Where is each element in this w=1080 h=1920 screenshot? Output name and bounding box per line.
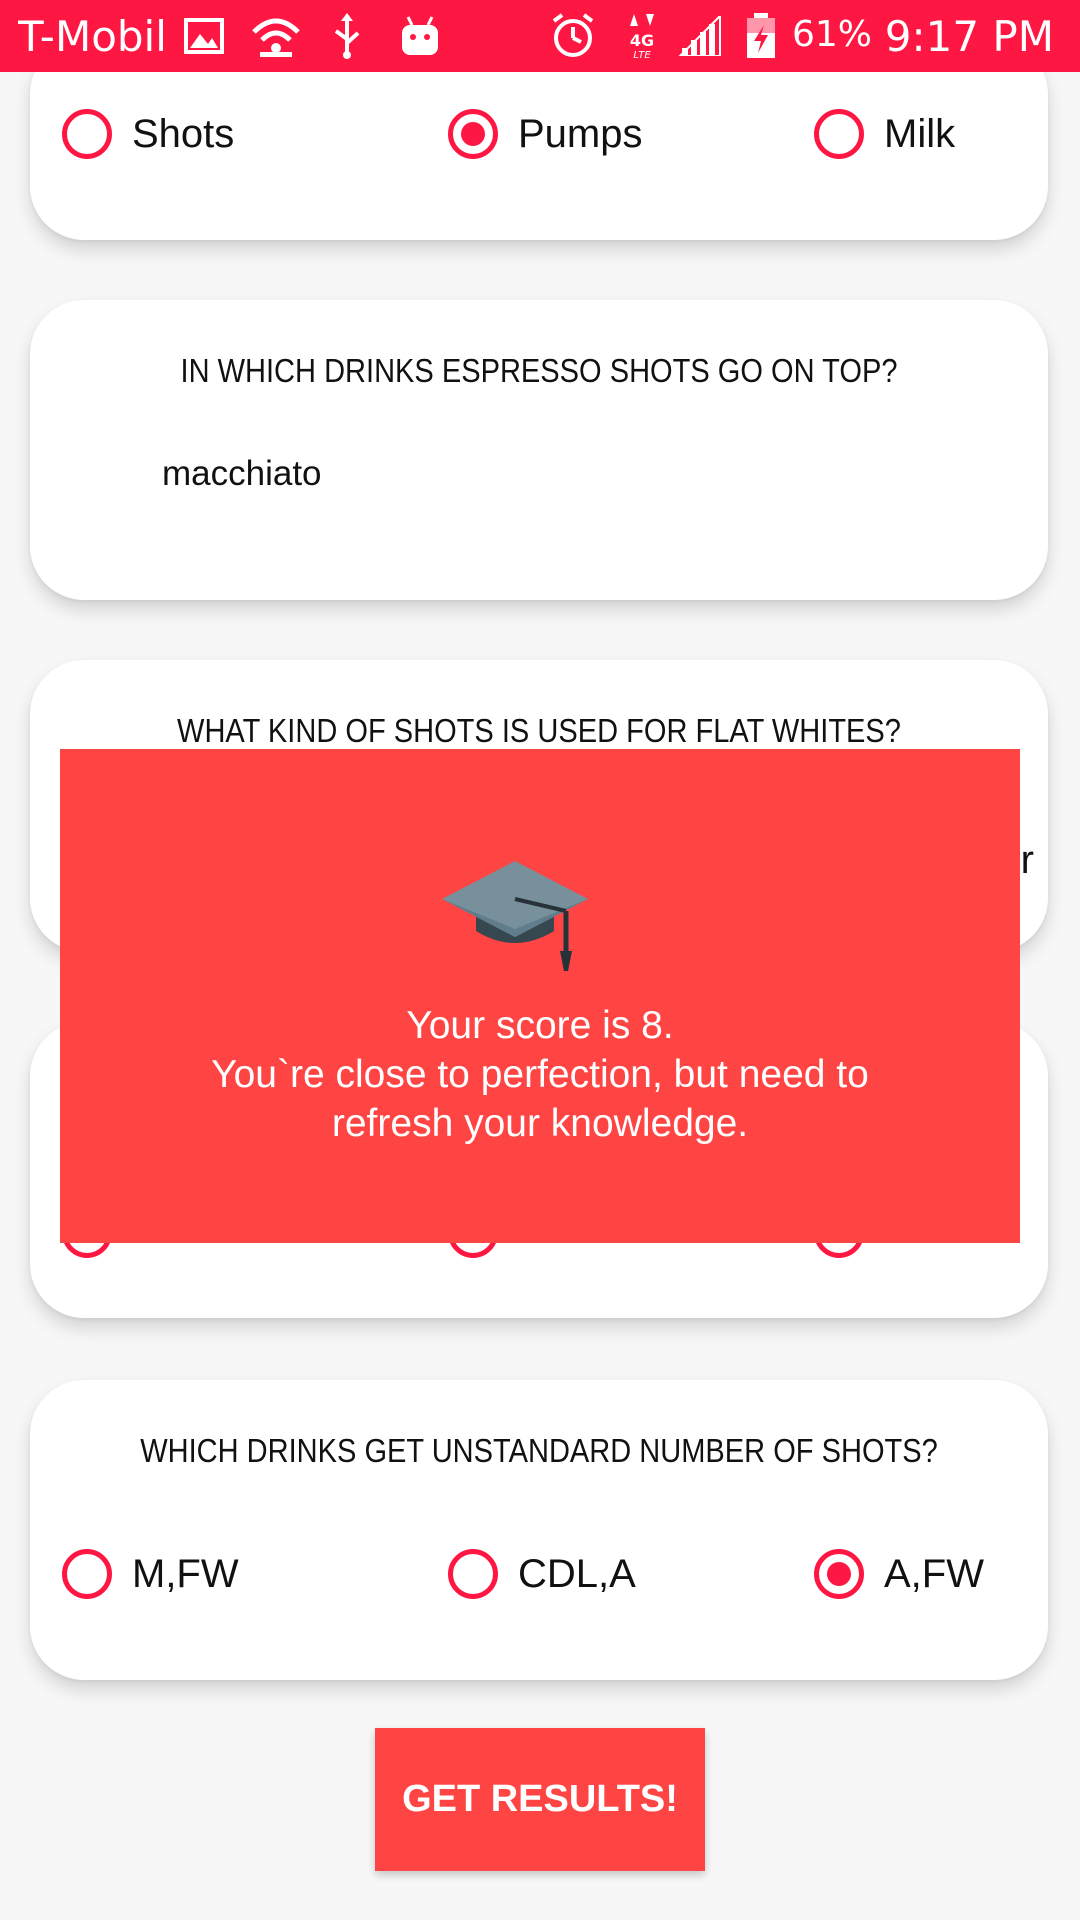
usb-icon [330,13,364,59]
status-bar: T-Mobile 4GLTE 61% 9:17 PM [0,0,1080,72]
feedback-line-2: refresh your knowledge. [331,1102,749,1145]
svg-text:4G: 4G [630,31,654,50]
get-results-button[interactable]: GET RESULTS! [375,1728,705,1871]
result-popup: Your score is 8. You`re close to perfect… [60,749,1020,1243]
radio-button[interactable] [62,109,112,159]
clock: 9:17 PM [884,12,1054,61]
score-line: Your score is 8. [406,1004,674,1047]
carrier-name: T-Mobile [18,12,168,61]
radio-button[interactable] [448,1549,498,1599]
radio-button-selected[interactable] [448,109,498,159]
graduation-cap-icon [440,859,590,984]
score-message: Your score is 8. You`re close to perfect… [60,1001,1020,1148]
answer-input[interactable]: macchiato [162,454,322,494]
option-label: Milk [884,111,956,156]
network-4g-icon: 4G LTE [624,14,660,60]
radio-button[interactable] [62,1549,112,1599]
battery-charging-icon [744,13,778,58]
question-card-espresso: IN WHICH DRINKS ESPRESSO SHOTS GO ON TOP… [30,300,1048,600]
option-shots[interactable]: Shots [62,109,234,159]
gallery-icon [184,14,224,58]
feedback-line-1: You`re close to perfection, but need to [211,1053,869,1096]
radio-button[interactable] [814,109,864,159]
option-label: M,FW [132,1551,239,1596]
radio-button-selected[interactable] [814,1549,864,1599]
hotspot-icon [250,14,302,58]
option-cdl-a[interactable]: CDL,A [448,1549,636,1599]
battery-percent: 61% [792,14,873,55]
svg-text:LTE: LTE [633,50,651,60]
option-label: A,FW [884,1551,984,1596]
question-text: IN WHICH DRINKS ESPRESSO SHOTS GO ON TOP… [180,352,898,389]
option-label: Shots [132,111,235,156]
option-label: CDL,A [518,1551,636,1596]
option-pumps[interactable]: Pumps [448,109,643,159]
option-label-partial: r [1020,838,1034,882]
alarm-icon [550,13,596,58]
question-text: WHICH DRINKS GET UNSTANDARD NUMBER OF SH… [140,1432,938,1469]
android-icon [400,14,440,58]
question-card-unstandard: WHICH DRINKS GET UNSTANDARD NUMBER OF SH… [30,1380,1048,1680]
option-m-fw[interactable]: M,FW [62,1549,239,1599]
option-a-fw[interactable]: A,FW [814,1549,984,1599]
option-milk[interactable]: Milk [814,109,955,159]
signal-icon [678,14,722,58]
option-label: Pumps [518,111,643,156]
question-text: WHAT KIND OF SHOTS IS USED FOR FLAT WHIT… [177,712,901,749]
